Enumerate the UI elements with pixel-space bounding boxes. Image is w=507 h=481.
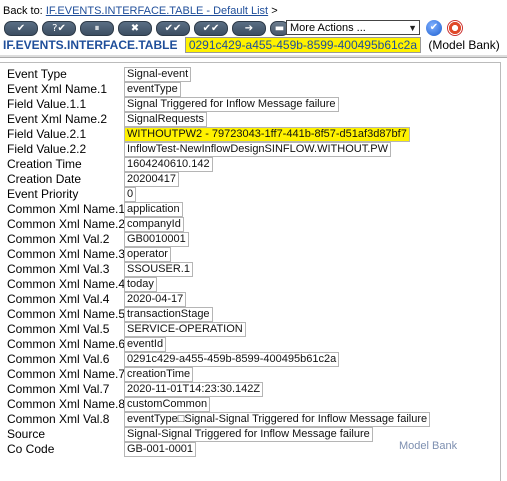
field-label: Common Xml Val.7 — [7, 382, 110, 396]
top-bar: Back to: IF.EVENTS.INTERFACE.TABLE - Def… — [0, 0, 507, 56]
field-label: Event Xml Name.1 — [7, 82, 108, 96]
check-circle-icon[interactable]: ✔ — [426, 20, 442, 36]
record-header: IF.EVENTS.INTERFACE.TABLE 0291c429-a455-… — [3, 37, 500, 53]
delete-button[interactable]: ✖ — [118, 21, 152, 36]
field-label: Source — [7, 427, 46, 441]
field-value: application — [124, 202, 183, 217]
field-label: Event Xml Name.2 — [7, 112, 108, 126]
commit-button[interactable]: ✔ — [4, 21, 38, 36]
field-label: Field Value.1.1 — [7, 97, 87, 111]
field-value: 1604240610.142 — [124, 157, 213, 172]
divider — [0, 55, 507, 58]
field-value: SERVICE-OPERATION — [124, 322, 246, 337]
field-value: today — [124, 277, 157, 292]
field-label: Common Xml Name.6 — [7, 337, 126, 351]
field-label: Common Xml Name.4 — [7, 277, 126, 291]
field-value: creationTime — [124, 367, 194, 382]
lifebuoy-icon[interactable] — [447, 20, 463, 36]
field-label: Common Xml Name.5 — [7, 307, 126, 321]
chevron-down-icon: ▼ — [408, 23, 417, 33]
field-label: Creation Time — [7, 157, 82, 171]
field-value: 2020-11-01T14:23:30.142Z — [124, 382, 264, 397]
field-value: Signal-event — [124, 67, 192, 82]
field-value: Signal Triggered for Inflow Message fail… — [124, 97, 339, 112]
field-value: customCommon — [124, 397, 211, 412]
field-label: Common Xml Val.4 — [7, 292, 110, 306]
back-breadcrumb: Back to: IF.EVENTS.INTERFACE.TABLE - Def… — [3, 5, 278, 17]
field-label: Event Type — [7, 67, 67, 81]
back-label: Back to: — [3, 5, 43, 17]
field-label: Co Code — [7, 442, 55, 456]
more-actions-select[interactable]: More Actions ... ▼ — [286, 20, 420, 35]
field-label: Common Xml Name.7 — [7, 367, 126, 381]
field-label: Common Xml Val.5 — [7, 322, 110, 336]
record-id-field[interactable]: 0291c429-a455-459b-8599-400495b61c2a — [184, 37, 422, 53]
record-panel: Event Type Signal-event Event Xml Name.1 e… — [0, 62, 501, 481]
field-label: Event Priority — [7, 187, 79, 201]
next-button[interactable]: ➔ — [232, 21, 266, 36]
field-value: Signal-Signal Triggered for Inflow Messa… — [124, 427, 373, 442]
field-value: eventId — [124, 337, 167, 352]
field-label: Common Xml Val.6 — [7, 352, 110, 366]
field-value: transactionStage — [124, 307, 213, 322]
field-label: Common Xml Val.2 — [7, 232, 110, 246]
application-name: IF.EVENTS.INTERFACE.TABLE — [3, 38, 178, 52]
field-label: Common Xml Name.3 — [7, 247, 126, 261]
field-value: SignalRequests — [124, 112, 208, 127]
field-value: 20200417 — [124, 172, 179, 187]
footer-company: Model Bank — [399, 440, 458, 452]
field-value: operator — [124, 247, 171, 262]
field-label: Common Xml Val.3 — [7, 262, 110, 276]
back-link[interactable]: IF.EVENTS.INTERFACE.TABLE - Default List — [46, 5, 268, 17]
field-label: Common Xml Name.2 — [7, 217, 126, 231]
field-value: SSOUSER.1 — [124, 262, 193, 277]
field-value: companyId — [124, 217, 184, 232]
field-label: Common Xml Val.8 — [7, 412, 110, 426]
field-value: eventType□Signal-Signal Triggered for In… — [124, 412, 431, 427]
field-value: 0 — [124, 187, 137, 202]
back-suffix: > — [271, 5, 278, 17]
field-label: Common Xml Name.1 — [7, 202, 126, 216]
field-value: InflowTest-NewInflowDesignSINFLOW.WITHOU… — [124, 142, 391, 157]
field-label: Creation Date — [7, 172, 82, 186]
field-value: GB-001-0001 — [124, 442, 197, 457]
field-label: Field Value.2.2 — [7, 142, 87, 156]
field-value: GB0010001 — [124, 232, 189, 247]
field-value: 2020-04-17 — [124, 292, 187, 307]
company-name: (Model Bank) — [428, 38, 500, 52]
field-label: Common Xml Name.8 — [7, 397, 126, 411]
hold-button[interactable]: ⏸ — [80, 21, 114, 36]
field-label: Field Value.2.1 — [7, 127, 87, 141]
field-value: eventType — [124, 82, 181, 97]
field-value: WITHOUTPW2 - 79723043-1ff7-441b-8f57-d51… — [124, 127, 410, 142]
validate-button[interactable]: ?✔ — [42, 21, 76, 36]
authorise-button[interactable]: ✔✔ — [156, 21, 190, 36]
field-value: 0291c429-a455-459b-8599-400495b61c2a — [124, 352, 340, 367]
more-actions-value: More Actions ... — [290, 22, 366, 34]
reverse-button[interactable]: ✔✔ — [194, 21, 228, 36]
